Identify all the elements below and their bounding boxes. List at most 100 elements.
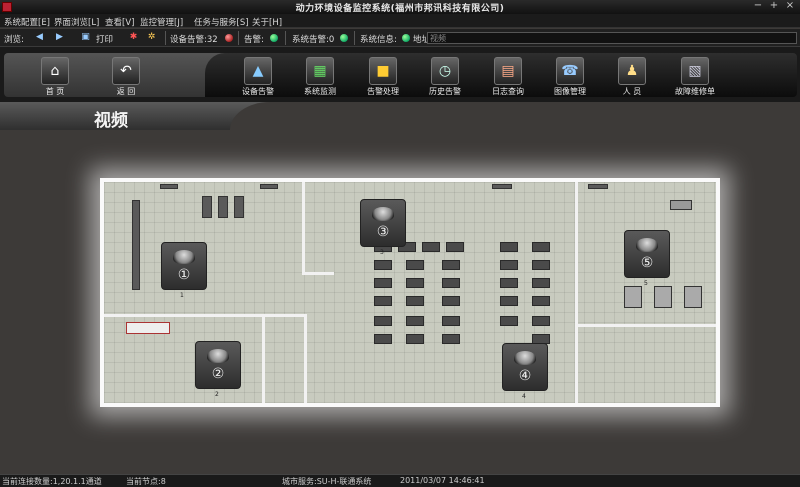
nav-log-query-button[interactable]: ▤ 日志查询 (486, 57, 530, 97)
status-service: 城市服务:SU-H-联通系统 (282, 477, 372, 486)
desk (406, 278, 424, 288)
menu-view[interactable]: 查看[V] (105, 16, 134, 28)
menu-monitor[interactable]: 监控管理[J] (140, 16, 183, 28)
equipment-rack (234, 196, 244, 218)
cabinet (654, 286, 672, 308)
nav-device-alarm-button[interactable]: ▲ 设备告警 (236, 57, 280, 97)
nav-history-alarm-button[interactable]: ◷ 历史告警 (423, 57, 467, 97)
close-button[interactable]: × (784, 0, 796, 11)
cabinet (684, 286, 702, 308)
camera-dome-icon (514, 351, 536, 365)
info-ok-icon (402, 34, 410, 42)
status-node: 当前节点:8 (126, 477, 166, 486)
wall (304, 314, 307, 403)
system-ok-icon (340, 34, 348, 42)
alarm-ok-icon (270, 34, 278, 42)
desk (532, 242, 550, 252)
title-bar: 动力环境设备监控系统(福州市邦讯科技有限公司) − + × (0, 0, 800, 14)
camera-id: 1 (180, 292, 184, 299)
status-datetime: 2011/03/07 14:46:41 (400, 476, 485, 485)
browse-label: 浏览: (4, 35, 24, 45)
camera-number: ④ (518, 368, 532, 384)
equipment-rack (492, 184, 512, 189)
toolbar-divider (285, 31, 286, 45)
nav-alarm-handle-button[interactable]: ■ 告警处理 (361, 57, 405, 97)
back-label: 返 回 (116, 87, 136, 96)
desk (406, 334, 424, 344)
clock-icon: ◷ (431, 57, 459, 85)
menu-about[interactable]: 关于[H] (252, 16, 282, 28)
camera-2[interactable]: ② (195, 341, 241, 389)
menu-browse[interactable]: 界面浏览[L] (54, 16, 99, 28)
toolbar-divider (165, 31, 166, 45)
desk (374, 296, 392, 306)
device-alarm-count: 设备告警:32 (170, 35, 218, 45)
camera-dome-icon (372, 207, 394, 221)
camera-dome-icon (173, 250, 195, 264)
status-bar: 当前连接数量:1,20.1.1通道 当前节点:8 城市服务:SU-H-联通系统 … (0, 474, 800, 487)
desk (532, 296, 550, 306)
nav-label: 故障维修单 (675, 87, 715, 96)
desk (532, 316, 550, 326)
camera-number: ② (211, 366, 225, 382)
camera-id: 4 (522, 393, 526, 400)
back-button[interactable]: ↶ 返 回 (104, 57, 148, 97)
nav-label: 系统监测 (304, 87, 336, 96)
equipment-rack (260, 184, 278, 189)
camera-5[interactable]: ⑤ (624, 230, 670, 278)
desk (406, 316, 424, 326)
chart-icon: ▤ (494, 57, 522, 85)
monitor-icon: ▦ (306, 57, 334, 85)
bug-icon[interactable]: ✱ (128, 32, 139, 43)
wall (302, 272, 334, 275)
nav-label: 日志查询 (492, 87, 524, 96)
tool-icon[interactable]: ✲ (146, 32, 157, 43)
folder-icon: ■ (369, 57, 397, 85)
desk (442, 334, 460, 344)
nav-personnel-button[interactable]: ♟ 人 员 (610, 57, 654, 97)
home-label: 首 页 (45, 87, 65, 96)
desk (442, 260, 460, 270)
desk (422, 242, 440, 252)
cabinet (670, 200, 692, 210)
wall (578, 324, 716, 327)
menu-tasks[interactable]: 任务与服务[S] (194, 16, 249, 28)
camera-dome-icon (636, 238, 658, 252)
nav-label: 图像管理 (554, 87, 586, 96)
back-icon[interactable]: ◀ (34, 32, 45, 43)
nav-image-manage-button[interactable]: ☎ 图像管理 (548, 57, 592, 97)
camera-4[interactable]: ④ (502, 343, 548, 391)
menu-system-config[interactable]: 系统配置[E] (4, 16, 50, 28)
system-alarm-count: 系统告警:0 (292, 35, 335, 45)
wall (104, 314, 304, 317)
minimize-button[interactable]: − (752, 0, 764, 11)
toolbar-divider (354, 31, 355, 45)
floor-plan: ① 1 ② 2 ③ 3 ④ 4 ⑤ 5 (100, 178, 720, 407)
home-button[interactable]: ⌂ 首 页 (33, 57, 77, 97)
nav-label: 人 员 (622, 87, 642, 96)
nav-label: 设备告警 (242, 87, 274, 96)
camera-1[interactable]: ① (161, 242, 207, 290)
document-icon: ▧ (681, 57, 709, 85)
nav-system-monitor-button[interactable]: ▦ 系统监测 (298, 57, 342, 97)
desk (442, 296, 460, 306)
maximize-button[interactable]: + (768, 0, 780, 11)
camera-id: 3 (380, 249, 384, 256)
print-label[interactable]: 打印 (96, 33, 113, 45)
forward-icon[interactable]: ▶ (54, 32, 65, 43)
camera-3[interactable]: ③ (360, 199, 406, 247)
header-curve (230, 102, 800, 130)
equipment-rack (218, 196, 228, 218)
camera-number: ③ (376, 224, 390, 240)
wall (262, 314, 265, 403)
desk (446, 242, 464, 252)
nav-repair-order-button[interactable]: ▧ 故障维修单 (673, 57, 717, 97)
nav-bar: ⌂ 首 页 ↶ 返 回 ▲ 设备告警 ▦ 系统监测 ■ 告警处理 ◷ 历史告警 … (0, 47, 800, 102)
desk (500, 296, 518, 306)
window-title: 动力环境设备监控系统(福州市邦讯科技有限公司) (295, 4, 505, 14)
menu-bar: 系统配置[E] 界面浏览[L] 查看[V] 监控管理[J] 任务与服务[S] 关… (0, 14, 800, 28)
camera-id: 2 (215, 391, 219, 398)
equipment-rack (160, 184, 178, 189)
address-input[interactable]: 视频 (427, 32, 797, 44)
print-icon[interactable]: ▣ (80, 32, 91, 43)
